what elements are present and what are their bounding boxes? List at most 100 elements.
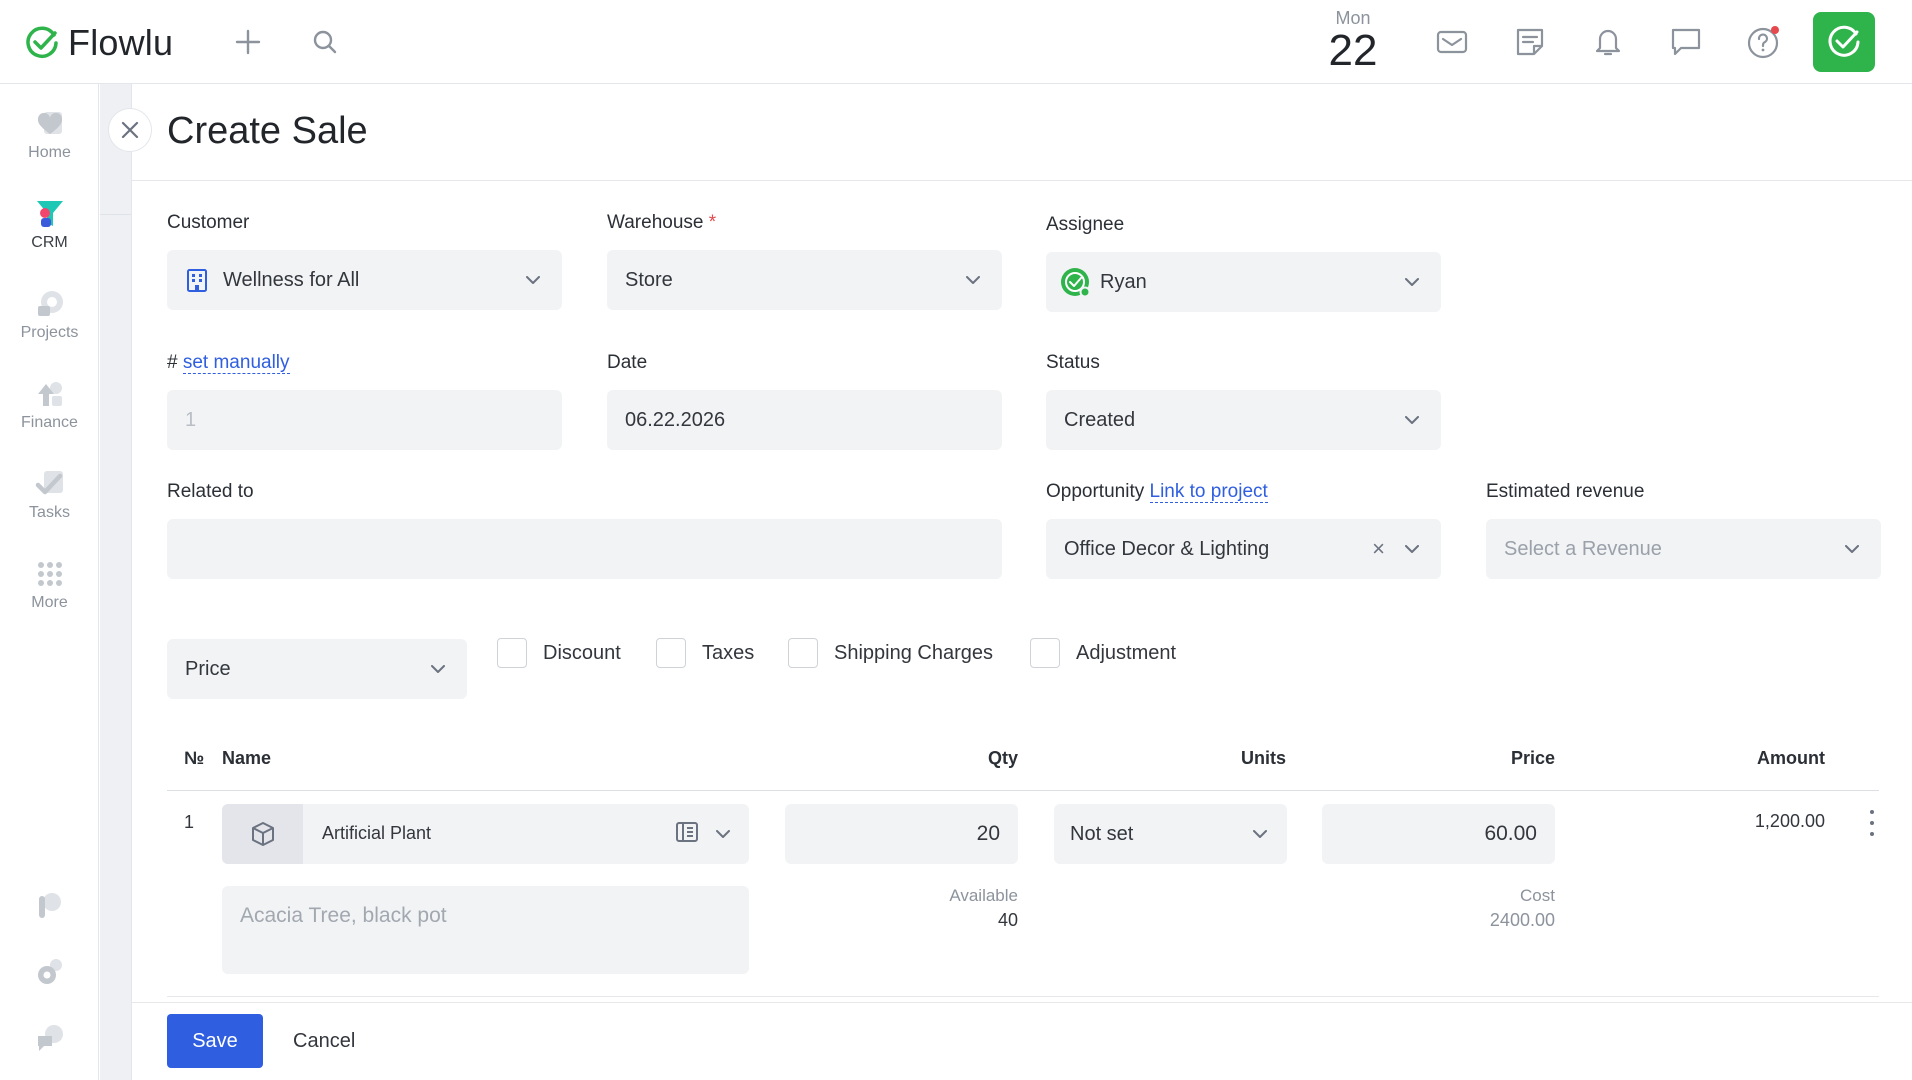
product-select[interactable]: Artificial Plant [222,804,749,864]
date-label: Date [607,352,648,373]
adjustment-checkbox[interactable] [1030,638,1060,668]
sidebar-item-label: More [31,594,68,611]
logo-check-icon [26,26,58,58]
table-header-divider [167,790,1879,791]
sidebar-item-home[interactable]: Home [0,106,99,162]
cost-label: Cost [1520,886,1555,905]
number-prefix: # [167,352,178,373]
sidebar-item-label: Tasks [29,504,70,521]
sidebar-item-finance[interactable]: Finance [0,376,99,432]
heart-icon [0,106,99,142]
related-to-input[interactable] [167,519,1002,579]
chevron-down-icon[interactable] [712,823,734,845]
mail-icon[interactable] [1432,22,1472,62]
opportunity-label-text: Opportunity [1046,481,1145,502]
price-type-select[interactable]: Price [167,639,467,699]
required-marker: * [708,212,717,233]
today-date[interactable]: Mon 22 [1318,8,1388,73]
chevron-down-icon [1841,538,1863,560]
chevron-down-icon [1401,271,1423,293]
column-header-price: Price [1510,748,1555,768]
product-name: Artificial Plant [322,823,432,843]
app-check-icon[interactable] [1813,12,1875,72]
top-bar: Flowlu Mon 22 [0,0,1912,84]
sidebar-item-label: Projects [20,324,79,341]
warehouse-select[interactable]: Store [607,250,1002,310]
customer-select[interactable]: Wellness for All [167,250,562,310]
units-select[interactable]: Not set [1054,804,1287,864]
number-input: 1 [167,390,562,450]
footer-bar [132,1002,1912,1080]
discount-option[interactable]: Discount [497,638,621,668]
shipping-charges-checkbox[interactable] [788,638,818,668]
adjustment-option[interactable]: Adjustment [1030,638,1176,668]
sidebar-item-label: Finance [21,414,78,431]
shipping-charges-label: Shipping Charges [834,641,993,664]
settings-gear-icon[interactable] [0,956,99,988]
notes-icon[interactable] [1510,22,1550,62]
funnel-icon [0,196,99,232]
row-number: 1 [184,812,195,832]
column-header-name: Name [222,748,272,768]
chat-icon[interactable] [1666,22,1706,62]
related-to-label: Related to [167,481,254,502]
opportunity-label: Opportunity Link to project [1046,481,1268,503]
taxes-checkbox[interactable] [656,638,686,668]
catalog-icon[interactable] [675,820,699,849]
chevron-down-icon [1401,538,1423,560]
opportunity-value: Office Decor & Lighting [1064,537,1270,560]
plus-icon[interactable] [228,22,268,62]
sidebar-item-label: CRM [31,234,68,251]
column-header-qty: Qty [987,748,1018,768]
qty-input[interactable]: 20 [785,804,1018,864]
bell-icon[interactable] [1588,22,1628,62]
available-label: Available [949,886,1018,905]
tasks-icon [0,466,99,502]
status-select[interactable]: Created [1046,390,1441,450]
backdrop-divider [100,214,132,215]
discount-checkbox[interactable] [497,638,527,668]
status-label: Status [1046,352,1100,373]
sidebar-item-tasks[interactable]: Tasks [0,466,99,522]
sidebar-item-projects[interactable]: Projects [0,286,99,342]
sidebar-item-crm[interactable]: CRM [0,196,99,252]
close-icon [121,121,139,139]
row-menu-kebab-icon[interactable] [1862,810,1882,836]
date-value: 06.22.2026 [625,408,726,431]
cancel-button[interactable]: Cancel [293,1014,355,1068]
product-box-icon [222,804,303,864]
sidebar-item-more[interactable]: More [0,556,99,612]
projects-icon [0,286,99,322]
assignee-value: Ryan [1100,270,1147,293]
row-amount: 1,200.00 [1754,811,1825,831]
feedback-chat-icon[interactable] [0,1022,99,1054]
grid-dots-icon [0,556,99,592]
partner-icon[interactable] [0,890,99,922]
save-button[interactable]: Save [167,1014,263,1068]
column-header-amount: Amount [1757,748,1825,768]
app-name: Flowlu [68,22,174,63]
customer-label: Customer [167,212,250,233]
flowlu-logo[interactable]: Flowlu [24,22,173,64]
date-input[interactable]: 06.22.2026 [607,390,1002,450]
product-description-input[interactable]: Acacia Tree, black pot [222,886,749,974]
close-button[interactable] [108,108,152,152]
chevron-down-icon [1249,823,1271,845]
left-sidebar: Home CRM Projects Finance Tasks More [0,84,99,1080]
opportunity-select[interactable]: Office Decor & Lighting × [1046,519,1441,579]
taxes-option[interactable]: Taxes [656,638,754,668]
assignee-select[interactable]: Ryan [1046,252,1441,312]
link-to-project-link[interactable]: Link to project [1149,481,1268,503]
help-icon[interactable] [1744,22,1784,62]
set-manually-link[interactable]: set manually [182,352,290,374]
clear-icon[interactable]: × [1372,536,1385,562]
price-input[interactable]: 60.00 [1322,804,1555,864]
estimated-revenue-select[interactable]: Select a Revenue [1486,519,1881,579]
search-icon[interactable] [305,22,345,62]
avatar [1061,268,1090,297]
building-icon [187,269,207,292]
date-number: 22 [1328,26,1378,75]
chevron-down-icon [962,269,984,291]
shipping-charges-option[interactable]: Shipping Charges [788,638,993,668]
taxes-label: Taxes [702,641,755,664]
